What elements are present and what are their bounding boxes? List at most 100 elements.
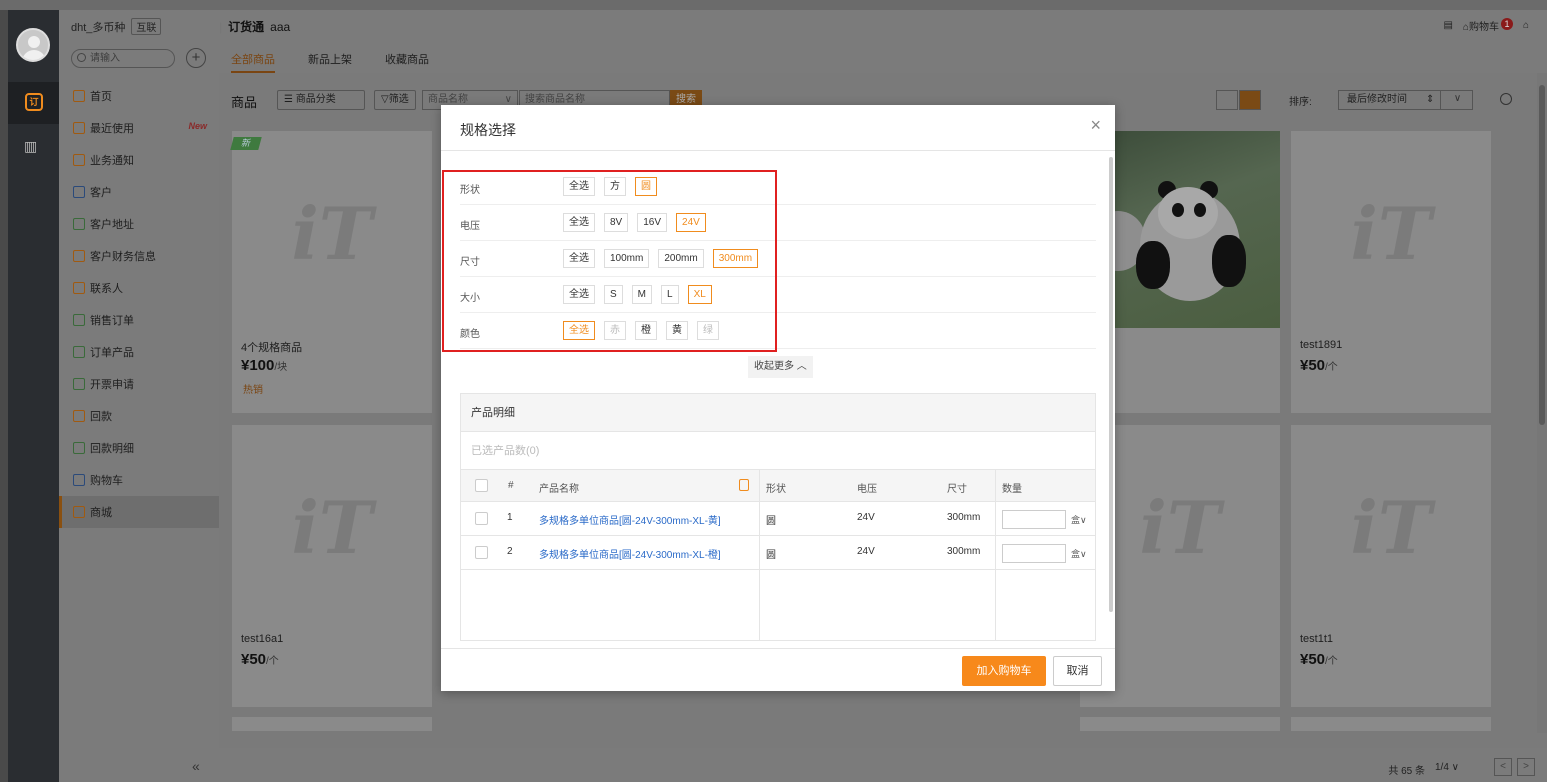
- price-unit: /个: [1325, 656, 1338, 667]
- contact-icon: [73, 282, 85, 294]
- product-card[interactable]: iT test1t1 ¥50/个: [1291, 425, 1491, 707]
- cart-label: 购物车: [1468, 22, 1499, 33]
- quantity-input[interactable]: [1002, 510, 1066, 529]
- building-icon[interactable]: ▥: [24, 138, 44, 156]
- cart-icon[interactable]: ⌂: [1523, 20, 1529, 31]
- product-name: test1891: [1300, 339, 1343, 351]
- pagination-bar: 共 65 条 1/4 ∨ < >: [219, 748, 1547, 782]
- column-divider: [995, 470, 996, 640]
- product-card[interactable]: [232, 717, 432, 731]
- gear-icon[interactable]: [1500, 93, 1512, 105]
- column-divider: [759, 470, 760, 640]
- sidebar: dht_多币种 互联 请输入 + 首页 最近使用 New 业务通知 客户 客户地址…: [59, 10, 219, 782]
- next-page-button[interactable]: >: [1517, 758, 1535, 776]
- panda-arm: [1212, 235, 1246, 287]
- row-shape: 圆: [766, 516, 776, 527]
- list-view-button[interactable]: [1216, 90, 1238, 110]
- product-detail-panel: 产品明细 已选产品数(0) # 产品名称 形状 电压 尺寸 数量 1 多规格多单…: [460, 393, 1096, 641]
- product-tabs: 全部商品 新品上架 收藏商品: [219, 47, 1547, 73]
- tab-all-products[interactable]: 全部商品: [231, 51, 275, 73]
- search-icon: [77, 53, 86, 62]
- row-index: 1: [507, 512, 513, 523]
- collapse-more-button[interactable]: 收起更多 ︿: [748, 356, 813, 378]
- unit-select[interactable]: 盒∨: [1071, 513, 1087, 526]
- modal-scrollbar[interactable]: [1109, 157, 1113, 612]
- sidebar-item-invoice[interactable]: 开票申请: [59, 368, 219, 400]
- sidebar-search-input[interactable]: 请输入: [71, 49, 175, 68]
- notice-icon[interactable]: ▤: [1443, 20, 1452, 31]
- filter-button[interactable]: ▽筛选: [374, 90, 416, 110]
- product-card[interactable]: iT test1891 ¥50/个: [1291, 131, 1491, 413]
- avatar[interactable]: [16, 28, 50, 62]
- sidebar-item-payment[interactable]: 回款: [59, 400, 219, 432]
- sidebar-item-customer-finance[interactable]: 客户财务信息: [59, 240, 219, 272]
- product-card[interactable]: iT test16a1 ¥50/个: [232, 425, 432, 707]
- sidebar-item-label: 联系人: [90, 283, 123, 295]
- sort-value: 最后修改时间: [1347, 94, 1407, 105]
- product-card[interactable]: 新 iT 4个规格商品 ¥100/块 热销: [230, 131, 432, 413]
- cancel-button[interactable]: 取消: [1053, 656, 1102, 686]
- selected-count: 已选产品数(0): [461, 432, 1095, 470]
- sidebar-item-contact[interactable]: 联系人: [59, 272, 219, 304]
- cart-count-badge: 1: [1500, 18, 1513, 30]
- sidebar-menu: 首页 最近使用 New 业务通知 客户 客户地址 客户财务信息 联系人 销售订单 …: [59, 80, 219, 528]
- sidebar-item-home[interactable]: 首页: [59, 80, 219, 112]
- app-name[interactable]: 订货通: [228, 18, 264, 35]
- sidebar-item-mall[interactable]: 商城: [59, 496, 219, 528]
- detail-title: 产品明细: [461, 394, 1095, 432]
- row-size: 300mm: [947, 546, 981, 557]
- account-name[interactable]: dht_多币种: [71, 19, 125, 35]
- sidebar-item-customer-address[interactable]: 客户地址: [59, 208, 219, 240]
- product-link[interactable]: 多规格多单位商品[圆-24V-300mm-XL-黄]: [539, 512, 721, 527]
- order-app-icon[interactable]: 订: [25, 93, 43, 111]
- sidebar-item-label: 最近使用: [90, 123, 134, 135]
- add-button[interactable]: +: [186, 48, 206, 68]
- prev-page-button[interactable]: <: [1494, 758, 1512, 776]
- add-to-cart-button[interactable]: 加入购物车: [962, 656, 1046, 686]
- sidebar-item-recent[interactable]: 最近使用 New: [59, 112, 219, 144]
- row-checkbox[interactable]: [475, 512, 488, 525]
- product-name: 4个规格商品: [241, 342, 303, 354]
- col-product-name: 产品名称: [539, 484, 579, 495]
- sidebar-item-payment-detail[interactable]: 回款明细: [59, 432, 219, 464]
- sidebar-item-label: 商城: [90, 507, 112, 519]
- page-select[interactable]: 1/4 ∨: [1435, 762, 1459, 777]
- table-header: # 产品名称 形状 电压 尺寸 数量: [461, 470, 1095, 502]
- tab-favorite-products[interactable]: 收藏商品: [385, 51, 429, 67]
- sidebar-item-notice[interactable]: 业务通知: [59, 144, 219, 176]
- page-scrollbar[interactable]: [1537, 73, 1547, 733]
- sort-order-icon[interactable]: ⇕: [1426, 91, 1434, 109]
- grid-view-button[interactable]: [1239, 90, 1261, 110]
- select-all-checkbox[interactable]: [475, 479, 488, 492]
- lock-icon[interactable]: [739, 479, 749, 491]
- quantity-input[interactable]: [1002, 544, 1066, 563]
- tab-new-products[interactable]: 新品上架: [308, 51, 352, 67]
- sidebar-item-sales-order[interactable]: 销售订单: [59, 304, 219, 336]
- row-checkbox[interactable]: [475, 546, 488, 559]
- product-card[interactable]: [1080, 717, 1280, 731]
- close-icon[interactable]: ×: [1090, 115, 1101, 136]
- customer-icon: [73, 186, 85, 198]
- product-price: ¥100/块: [241, 357, 287, 374]
- account-tag: 互联: [131, 18, 162, 35]
- pagination-info: 共 65 条 1/4 ∨: [1388, 762, 1459, 777]
- collapse-sidebar-button[interactable]: «: [192, 758, 200, 774]
- row-index: 2: [507, 546, 513, 557]
- sort-dropdown-button[interactable]: ∨: [1440, 90, 1474, 110]
- cart-link[interactable]: ⌂购物车 1: [1463, 18, 1513, 33]
- flag-icon: [73, 474, 85, 486]
- product-card[interactable]: [1291, 717, 1491, 731]
- sidebar-item-cart[interactable]: 购物车: [59, 464, 219, 496]
- left-edge: [0, 10, 8, 782]
- price-value: ¥50: [241, 651, 267, 668]
- scrollbar-thumb[interactable]: [1539, 85, 1545, 425]
- total-count: 共 65 条: [1388, 766, 1425, 777]
- product-link[interactable]: 多规格多单位商品[圆-24V-300mm-XL-橙]: [539, 546, 721, 561]
- sidebar-item-customer[interactable]: 客户: [59, 176, 219, 208]
- table-row: 1 多规格多单位商品[圆-24V-300mm-XL-黄] 圆 24V 300mm…: [461, 502, 1095, 536]
- category-button[interactable]: ☰ 商品分类: [277, 90, 365, 110]
- unit-select[interactable]: 盒∨: [1071, 547, 1087, 560]
- modal-footer: 加入购物车 取消: [441, 648, 1115, 691]
- sidebar-item-label: 购物车: [90, 475, 123, 487]
- sidebar-item-order-product[interactable]: 订单产品: [59, 336, 219, 368]
